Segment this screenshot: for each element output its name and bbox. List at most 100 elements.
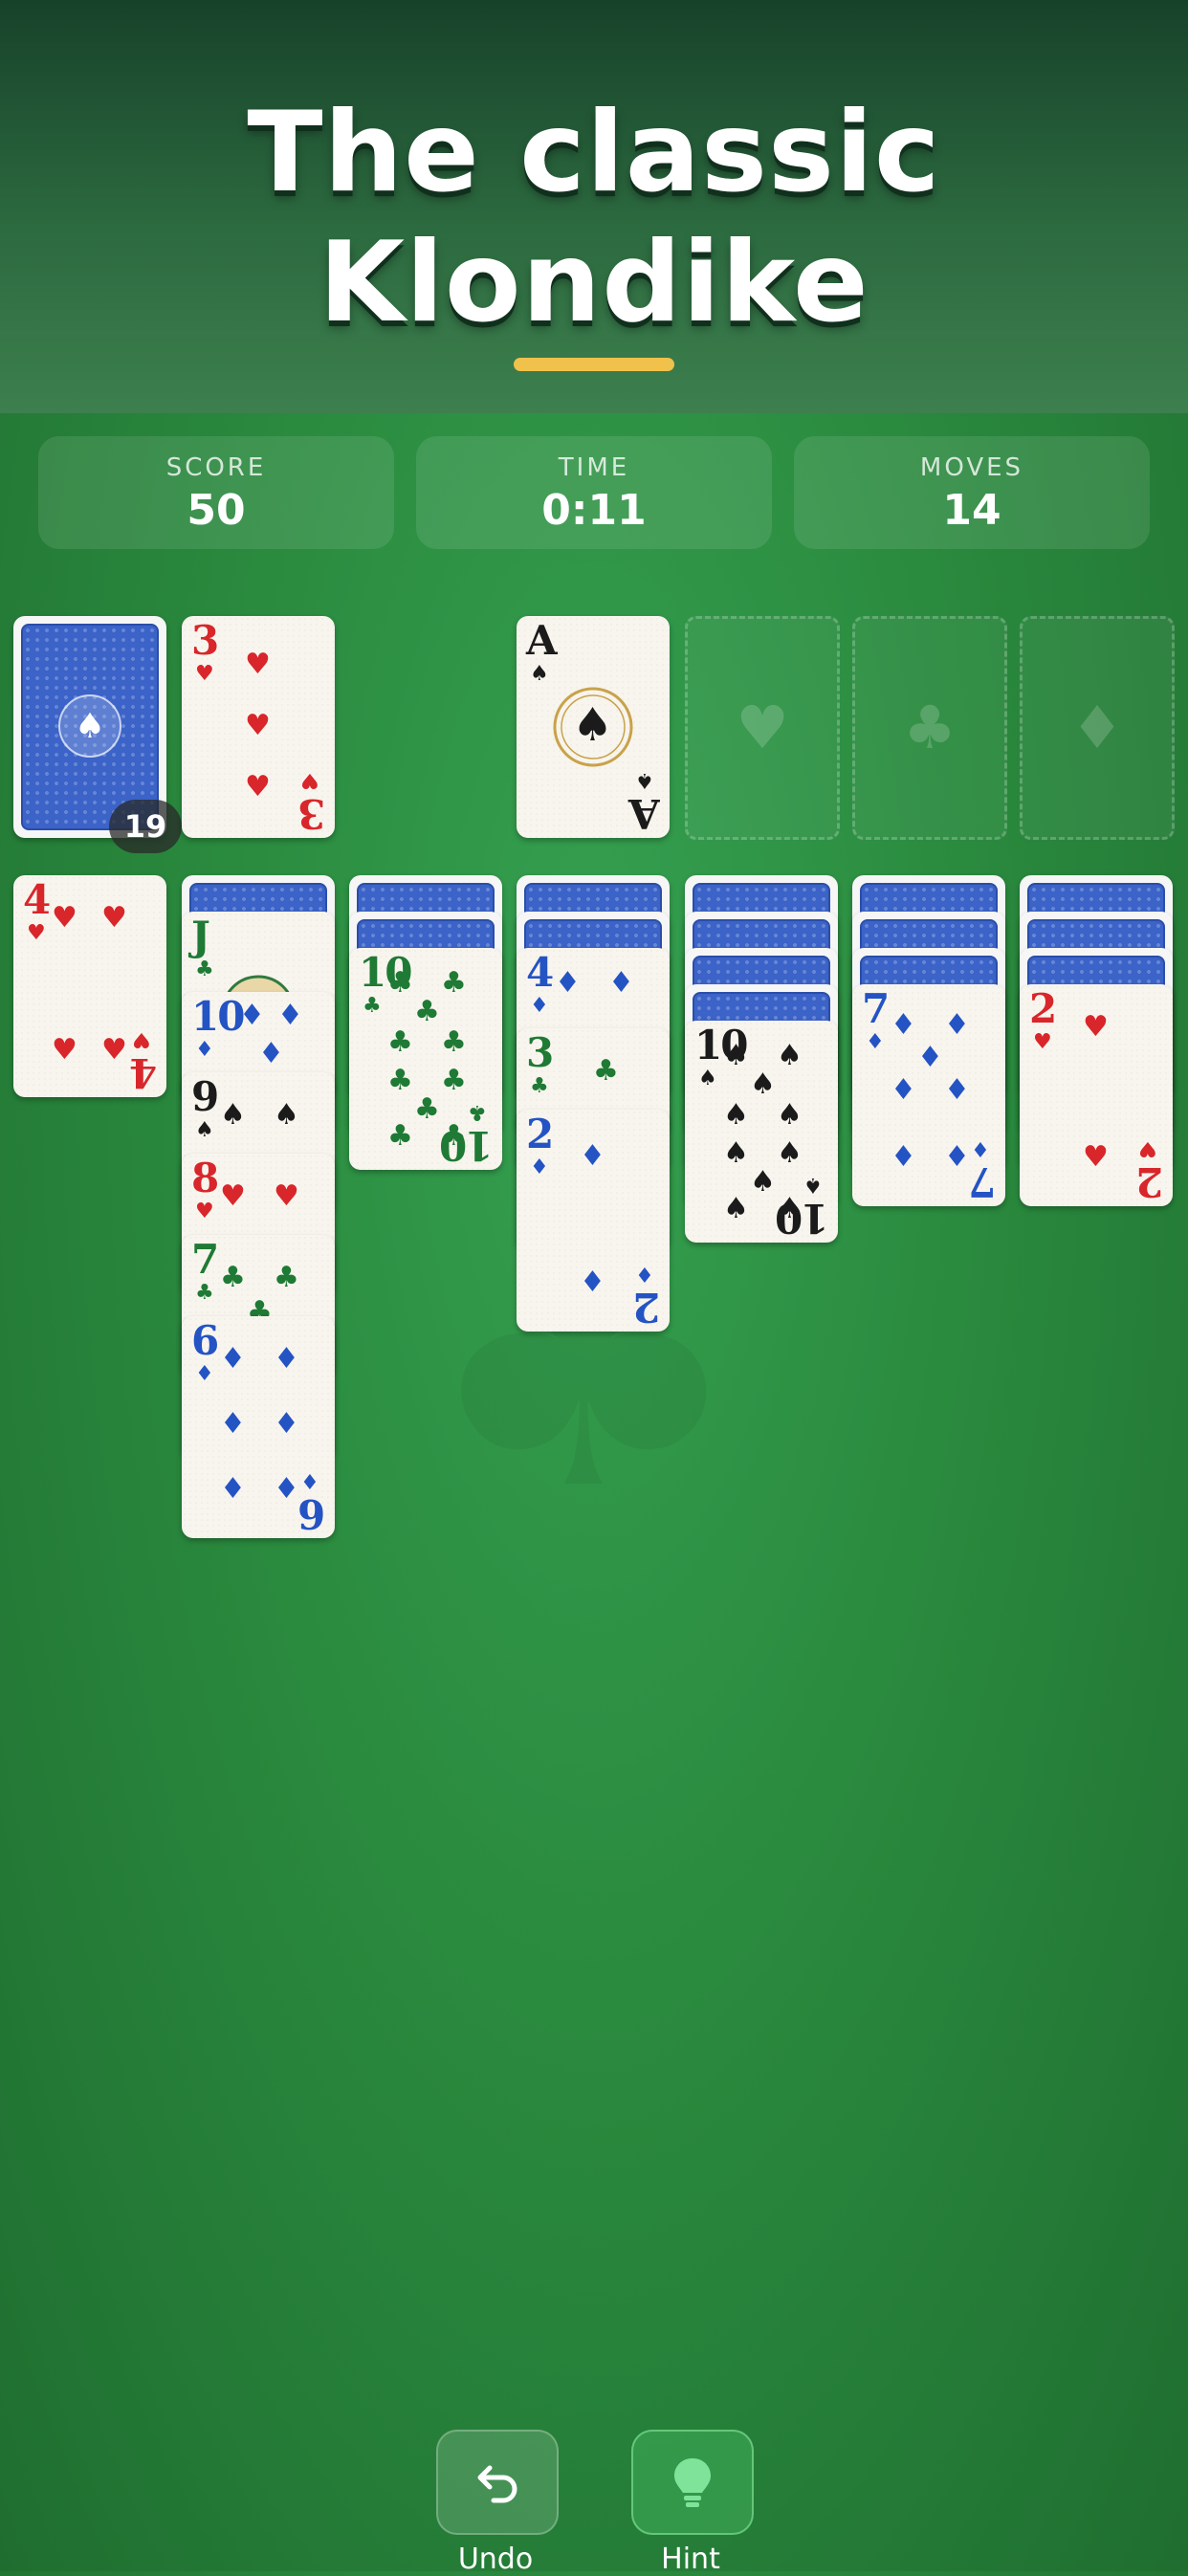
diamond-icon: ♦ (530, 994, 549, 1018)
heart-icon: ♥ (245, 648, 271, 681)
card-rank: 2 (526, 1111, 554, 1157)
heart-placeholder-icon: ♥ (736, 693, 789, 762)
time-panel: TIME 0:11 (416, 436, 772, 549)
diamond-icon: ♦ (944, 1073, 970, 1107)
hero-banner: The classic Klondike (0, 0, 1188, 413)
card-rank: 3 (526, 1029, 554, 1076)
spade-icon: ♠ (803, 1173, 823, 1197)
card-rank-bottom: 2 (633, 1284, 660, 1331)
spade-icon: ♠ (777, 1098, 803, 1132)
diamond-icon: ♦ (300, 1468, 319, 1492)
spade-emblem-icon: ♠ (58, 694, 121, 758)
card-rank-bottom: 7 (969, 1158, 996, 1205)
lightbulb-icon (674, 2458, 711, 2507)
card-rank: 3 (191, 617, 219, 664)
card-rank-bottom: 10 (440, 1122, 493, 1169)
foundation-slot-diamonds[interactable]: ♦ (1020, 616, 1175, 840)
foundation-spades[interactable]: A ♠ ♠ A ♠ (517, 616, 670, 838)
heart-icon: ♥ (245, 770, 271, 804)
diamond-icon: ♦ (580, 1139, 605, 1173)
foundation-slot-hearts[interactable]: ♥ (685, 616, 840, 840)
diamond-icon: ♦ (530, 1156, 549, 1179)
card-rank-bottom: 2 (1136, 1158, 1163, 1205)
stock-count-badge: 19 (109, 800, 182, 853)
club-icon: ♣ (387, 1025, 413, 1059)
undo-icon (477, 2465, 517, 2503)
club-icon: ♣ (387, 1119, 413, 1153)
heart-icon: ♥ (274, 1179, 299, 1213)
club-icon: ♣ (414, 1092, 440, 1126)
diamond-icon: ♦ (258, 1037, 284, 1070)
score-value: 50 (187, 486, 246, 535)
diamond-icon: ♦ (220, 1472, 246, 1506)
diamond-icon: ♦ (971, 1136, 990, 1160)
undo-button[interactable] (436, 2430, 559, 2535)
diamond-icon: ♦ (891, 1073, 916, 1107)
card-rank: 8 (191, 1155, 219, 1201)
diamond-icon: ♦ (944, 1008, 970, 1042)
heart-icon: ♥ (245, 709, 271, 742)
card-rank: 10 (191, 993, 245, 1040)
time-value: 0:11 (541, 486, 647, 535)
moves-panel: MOVES 14 (794, 436, 1150, 549)
spade-icon: ♠ (723, 1098, 749, 1132)
diamond-icon: ♦ (891, 1140, 916, 1174)
spade-icon: ♠ (572, 698, 614, 752)
title-underline (514, 358, 674, 371)
tableau-card[interactable]: 10 ♠ ♠ ♠ ♠ ♠ ♠ ♠ ♠ ♠ ♠ ♠ 10 ♠ (685, 1021, 838, 1243)
club-placeholder-icon: ♣ (903, 693, 957, 762)
spade-icon: ♠ (750, 1165, 776, 1199)
club-icon: ♣ (220, 1261, 246, 1294)
card-rank-bottom: 4 (130, 1049, 157, 1096)
diamond-icon: ♦ (608, 966, 634, 1000)
foundation-slot-clubs[interactable]: ♣ (852, 616, 1007, 840)
card-rank-bottom: 6 (298, 1490, 325, 1537)
heart-icon: ♥ (195, 1200, 214, 1223)
club-icon: ♣ (593, 1054, 619, 1088)
card-rank: 9 (191, 1073, 219, 1120)
club-icon: ♣ (195, 1281, 214, 1305)
card-rank: 2 (1029, 985, 1057, 1032)
heart-icon: ♥ (220, 1179, 246, 1213)
waste-card[interactable]: 3 ♥ ♥ ♥ ♥ 3 ♥ (182, 616, 335, 838)
heart-icon: ♥ (27, 921, 46, 945)
moves-label: MOVES (919, 453, 1024, 482)
tableau-card[interactable]: 10 ♣ ♣ ♣ ♣ ♣ ♣ ♣ ♣ ♣ ♣ ♣ 10 ♣ (349, 948, 502, 1170)
tableau-card[interactable]: 7 ♦ ♦ ♦ ♦ ♦ ♦ ♦ ♦ 7 ♦ (852, 984, 1005, 1206)
club-icon: ♣ (441, 1064, 467, 1097)
spade-icon: ♠ (723, 1192, 749, 1225)
club-icon: ♣ (387, 1064, 413, 1097)
moves-value: 14 (942, 486, 1001, 535)
svg-text:♠: ♠ (75, 707, 105, 746)
card-rank-bottom: A (630, 790, 660, 837)
card-rank-bottom: 3 (298, 790, 325, 837)
club-icon: ♣ (441, 966, 467, 1000)
spade-icon: ♠ (723, 1136, 749, 1170)
spade-icon: ♠ (195, 1118, 214, 1142)
tableau-card[interactable]: 2 ♦ ♦ ♦ 2 ♦ (517, 1110, 670, 1332)
club-icon: ♣ (414, 995, 440, 1028)
heart-icon: ♥ (1033, 1030, 1052, 1054)
diamond-icon: ♦ (891, 1008, 916, 1042)
diamond-icon: ♦ (866, 1030, 885, 1054)
tableau-card[interactable]: 4 ♥ ♥ ♥ ♥ ♥ 4 ♥ (13, 875, 166, 1097)
diamond-icon: ♦ (195, 1038, 214, 1062)
diamond-icon: ♦ (555, 966, 581, 1000)
card-rank-bottom: 10 (776, 1195, 828, 1242)
heart-icon: ♥ (101, 901, 127, 935)
spade-icon: ♠ (750, 1068, 776, 1101)
card-rank: 7 (862, 985, 890, 1032)
heart-icon: ♥ (1083, 1140, 1109, 1174)
diamond-placeholder-icon: ♦ (1070, 693, 1124, 762)
club-icon: ♣ (441, 1025, 467, 1059)
heart-icon: ♥ (132, 1027, 151, 1051)
tableau-card[interactable]: 2 ♥ ♥ ♥ 2 ♥ (1020, 984, 1173, 1206)
diamond-icon: ♦ (274, 1472, 299, 1506)
heart-icon: ♥ (300, 768, 319, 792)
heart-icon: ♥ (101, 1033, 127, 1067)
heart-icon: ♥ (195, 662, 214, 686)
hint-button[interactable] (631, 2430, 754, 2535)
tableau-card[interactable]: 6 ♦ ♦ ♦ ♦ ♦ ♦ ♦ 6 ♦ (182, 1316, 335, 1538)
spade-icon: ♠ (220, 1098, 246, 1132)
spade-icon: ♠ (274, 1098, 299, 1132)
